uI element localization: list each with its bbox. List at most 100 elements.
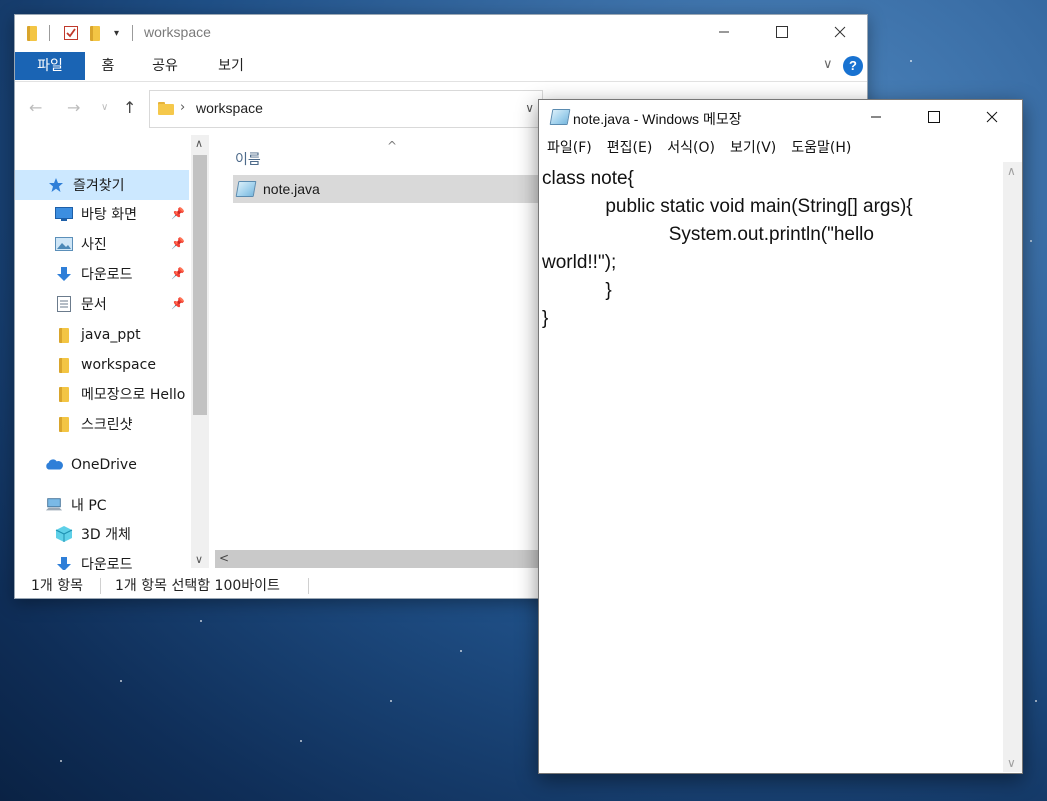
quick-access-toolbar: [27, 24, 37, 42]
editor-line: System.out.println("hello: [542, 224, 874, 245]
nav-item-label: 다운로드: [81, 267, 133, 283]
ribbon: 파일 홈 공유 보기 ∨ ?: [15, 52, 867, 80]
folder-icon: [55, 327, 73, 343]
help-button[interactable]: ?: [843, 56, 863, 76]
editor-line: public static void main(String[] args){: [542, 196, 913, 217]
nav-item-workspace[interactable]: workspace: [15, 350, 189, 380]
menu-view[interactable]: 보기(V): [730, 136, 776, 160]
pin-icon[interactable]: 📌: [171, 297, 185, 310]
nav-item-label: 3D 개체: [81, 527, 131, 543]
recent-locations-icon[interactable]: ∨: [101, 102, 108, 113]
nav-item-label: OneDrive: [71, 457, 137, 473]
folder-icon: [55, 416, 73, 432]
pin-icon[interactable]: 📌: [171, 237, 185, 250]
folder-icon: [55, 386, 73, 402]
chevron-right-icon: ›: [180, 100, 186, 115]
notepad-icon: [549, 109, 571, 125]
chevron-down-icon[interactable]: ▾: [114, 24, 119, 42]
nav-item-java-ppt[interactable]: java_ppt: [15, 320, 189, 350]
nav-item-label: 스크린샷: [81, 417, 133, 433]
pc-icon: [45, 497, 63, 513]
nav-item-label: java_ppt: [81, 327, 141, 343]
forward-arrow-icon[interactable]: →: [67, 98, 80, 117]
menu-format[interactable]: 서식(O): [667, 136, 715, 160]
nav-item-screenshots[interactable]: 스크린샷: [15, 409, 189, 439]
scrollbar-thumb[interactable]: [193, 155, 207, 415]
folder-icon: [55, 357, 73, 373]
scroll-left-icon[interactable]: <: [219, 551, 229, 565]
sort-ascending-icon: ^: [387, 139, 398, 153]
pin-icon[interactable]: 📌: [171, 207, 185, 220]
folder-icon[interactable]: [27, 25, 37, 41]
editor-line: world!!");: [542, 252, 617, 273]
nav-item-label: 내 PC: [71, 498, 107, 514]
nav-item-desktop[interactable]: 바탕 화면 📌: [15, 199, 189, 229]
nav-item-pictures[interactable]: 사진 📌: [15, 229, 189, 259]
nav-item-notepad-hello[interactable]: 메모장으로 Hello: [15, 379, 189, 409]
download-icon: [55, 266, 73, 282]
3d-objects-icon: [55, 526, 73, 542]
editor-line: }: [542, 308, 549, 329]
folder-icon: [158, 102, 174, 115]
back-arrow-icon[interactable]: ←: [29, 98, 42, 117]
nav-item-label: 즐겨찾기: [73, 178, 125, 194]
minimize-button[interactable]: [847, 100, 905, 134]
maximize-button[interactable]: [753, 15, 811, 49]
window-title: workspace: [144, 24, 211, 40]
star-icon: [47, 177, 65, 193]
nav-item-label: 사진: [81, 237, 107, 253]
selection-info: 1개 항목 선택함 100바이트: [115, 578, 280, 594]
nav-item-label: workspace: [81, 357, 156, 373]
status-divider: [100, 578, 101, 594]
navigation-pane-scrollbar[interactable]: ∧ ∨: [191, 135, 209, 568]
scroll-down-icon[interactable]: ∨: [195, 553, 203, 566]
navigation-pane: 즐겨찾기 바탕 화면 📌 사진 📌 다운로드 📌 문서 📌 java_ppt w…: [15, 135, 211, 573]
nav-item-documents[interactable]: 문서 📌: [15, 289, 189, 319]
editor-line: class note{: [542, 168, 634, 189]
desktop-icon: [55, 206, 73, 222]
explorer-titlebar: ▾ workspace: [15, 15, 867, 51]
address-path: workspace: [196, 100, 263, 116]
file-row[interactable]: note.java: [233, 175, 563, 203]
notepad-titlebar: note.java - Windows 메모장: [539, 100, 1022, 134]
file-name: note.java: [263, 181, 320, 197]
address-dropdown-icon[interactable]: ∨: [525, 101, 534, 115]
scroll-down-icon[interactable]: ∨: [1007, 756, 1016, 770]
nav-item-favorites[interactable]: 즐겨찾기: [15, 170, 189, 200]
scroll-up-icon[interactable]: ∧: [1007, 164, 1016, 178]
minimize-button[interactable]: [695, 15, 753, 49]
horizontal-scrollbar[interactable]: <: [215, 550, 545, 568]
editor-content[interactable]: class note{ public static void main(Stri…: [542, 165, 1000, 333]
nav-item-this-pc[interactable]: 내 PC: [15, 490, 189, 520]
status-divider: [308, 578, 309, 594]
up-arrow-icon[interactable]: ↑: [123, 98, 136, 117]
toolbar-divider: [132, 25, 133, 41]
tab-share[interactable]: 공유: [145, 52, 185, 80]
editor-scrollbar[interactable]: ∧ ∨: [1003, 162, 1022, 772]
ribbon-expand-icon[interactable]: ∨: [823, 57, 833, 72]
text-editor[interactable]: class note{ public static void main(Stri…: [539, 162, 1003, 772]
close-button[interactable]: [963, 100, 1021, 134]
nav-item-downloads[interactable]: 다운로드 📌: [15, 259, 189, 289]
address-bar[interactable]: › workspace ∨: [149, 90, 543, 128]
notepad-window: note.java - Windows 메모장 파일(F) 편집(E) 서식(O…: [538, 99, 1023, 774]
column-header-name[interactable]: 이름: [235, 149, 261, 169]
properties-icon[interactable]: [63, 24, 79, 42]
pin-icon[interactable]: 📌: [171, 267, 185, 280]
pictures-icon: [55, 236, 73, 252]
tab-file[interactable]: 파일: [15, 52, 85, 80]
nav-item-label: 바탕 화면: [81, 207, 137, 223]
scroll-up-icon[interactable]: ∧: [195, 137, 203, 150]
menu-file[interactable]: 파일(F): [547, 136, 592, 160]
menu-help[interactable]: 도움말(H): [791, 136, 851, 160]
close-button[interactable]: [811, 15, 867, 49]
nav-item-3d-objects[interactable]: 3D 개체: [15, 519, 189, 549]
nav-item-onedrive[interactable]: OneDrive: [15, 450, 189, 480]
documents-icon: [55, 296, 73, 312]
editor-line: }: [542, 280, 612, 301]
tab-view[interactable]: 보기: [211, 52, 251, 80]
new-folder-icon[interactable]: [90, 24, 100, 42]
maximize-button[interactable]: [905, 100, 963, 134]
menu-edit[interactable]: 편집(E): [607, 136, 653, 160]
tab-home[interactable]: 홈: [93, 52, 123, 80]
